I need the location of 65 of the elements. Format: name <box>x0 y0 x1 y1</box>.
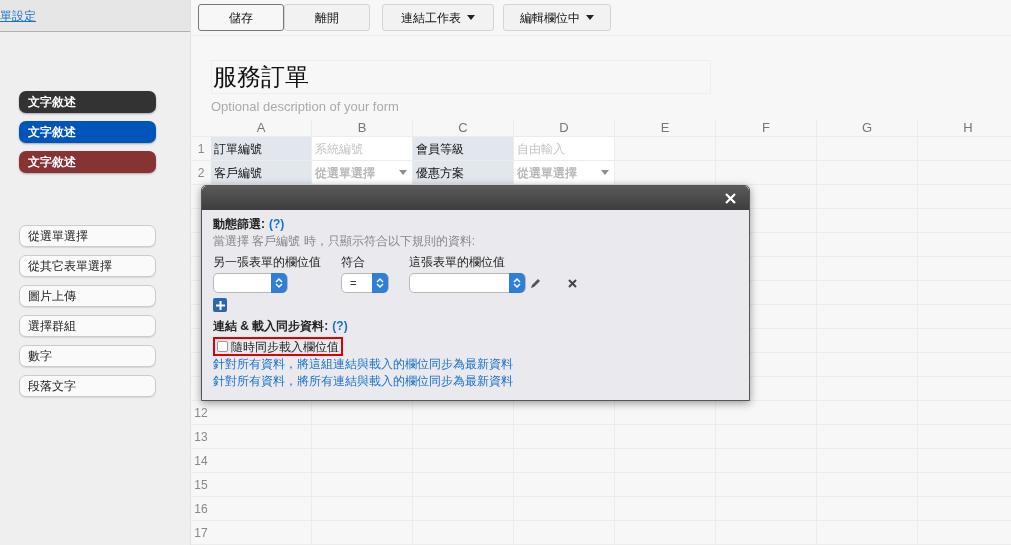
column-header: B <box>357 119 367 137</box>
column-header: F <box>762 119 770 137</box>
field-type-button[interactable]: 從選單選擇 <box>19 225 156 247</box>
row-number: 1 <box>197 140 205 158</box>
column-header: A <box>256 119 266 137</box>
form-title[interactable]: 服務訂單 <box>211 60 711 94</box>
pencil-icon[interactable] <box>530 277 541 289</box>
column-header: E <box>660 119 670 137</box>
field-type-button[interactable]: 數字 <box>19 345 156 367</box>
caret-icon <box>586 15 594 20</box>
field-type-button[interactable]: 段落文字 <box>19 375 156 397</box>
field-type-button[interactable]: 選擇群組 <box>19 315 156 337</box>
field-type-button[interactable]: 從其它表單選擇 <box>19 255 156 277</box>
table-cell: 會員等級 <box>413 137 514 161</box>
row-number: 14 <box>194 452 208 470</box>
field-select[interactable] <box>409 273 526 293</box>
dropdown-caret-icon <box>601 170 609 175</box>
column-label: 符合 <box>341 254 366 271</box>
table-cell: 訂單編號 <box>211 137 312 161</box>
stepper-icon <box>271 273 287 293</box>
row-number: 13 <box>194 428 208 446</box>
column-header: G <box>861 119 873 137</box>
table-cell: 自由輸入 <box>514 137 615 161</box>
help-link[interactable]: (?) <box>269 215 285 233</box>
field-type-button[interactable]: 圖片上傳 <box>19 285 156 307</box>
sync-link[interactable]: 針對所有資料，將這組連結與載入的欄位同步為最新資料 <box>213 356 738 373</box>
dropdown-button[interactable]: 編輯欄位中 <box>503 4 611 31</box>
close-button[interactable] <box>723 191 737 205</box>
field-type-button[interactable]: 文字敘述 <box>19 121 156 143</box>
table-cell: 從選單選擇 <box>312 161 413 185</box>
row-number: 15 <box>194 476 208 494</box>
toolbar-button[interactable]: 儲存 <box>198 4 284 31</box>
table-cell: 從選單選擇 <box>514 161 615 185</box>
checkbox[interactable] <box>217 341 228 352</box>
caret-icon <box>467 15 475 20</box>
close-icon[interactable] <box>568 278 577 288</box>
settings-link[interactable]: 單設定 <box>0 6 36 25</box>
filter-description: 當選擇 客戶編號 時，只顯示符合以下規則的資料: <box>213 233 476 248</box>
field-type-button[interactable]: 文字敘述 <box>19 151 156 173</box>
sync-checkbox-label[interactable]: 隨時同步載入欄位值 <box>213 337 343 356</box>
row-number: 12 <box>194 404 208 422</box>
column-label: 這張表單的欄位值 <box>409 254 506 271</box>
column-label: 另一張表單的欄位值 <box>213 254 322 271</box>
help-link[interactable]: (?) <box>332 317 348 335</box>
table-cell: 客戶編號 <box>211 161 312 185</box>
field-type-button[interactable]: 文字敘述 <box>19 91 156 113</box>
field-select[interactable] <box>213 273 288 293</box>
section-title: 連結 & 載入同步資料: <box>213 318 329 335</box>
column-header: C <box>458 119 468 137</box>
column-header: H <box>963 119 973 137</box>
operator-select[interactable]: = <box>341 273 389 293</box>
table-cell: 優惠方案 <box>413 161 514 185</box>
dropdown-button[interactable]: 連結工作表 <box>382 4 494 31</box>
add-button[interactable] <box>213 298 227 312</box>
column-header: D <box>559 119 569 137</box>
row-number: 2 <box>197 164 205 182</box>
description-field[interactable]: Optional description of your form <box>211 96 1011 117</box>
sync-link[interactable]: 針對所有資料，將所有連結與載入的欄位同步為最新資料 <box>213 373 738 390</box>
section-title: 動態篩選: <box>213 216 265 233</box>
stepper-icon <box>372 273 388 293</box>
row-number: 17 <box>194 524 208 542</box>
stepper-icon <box>509 273 525 293</box>
row-number: 16 <box>194 500 208 518</box>
toolbar-button[interactable]: 離開 <box>284 4 370 31</box>
dropdown-caret-icon <box>399 170 407 175</box>
